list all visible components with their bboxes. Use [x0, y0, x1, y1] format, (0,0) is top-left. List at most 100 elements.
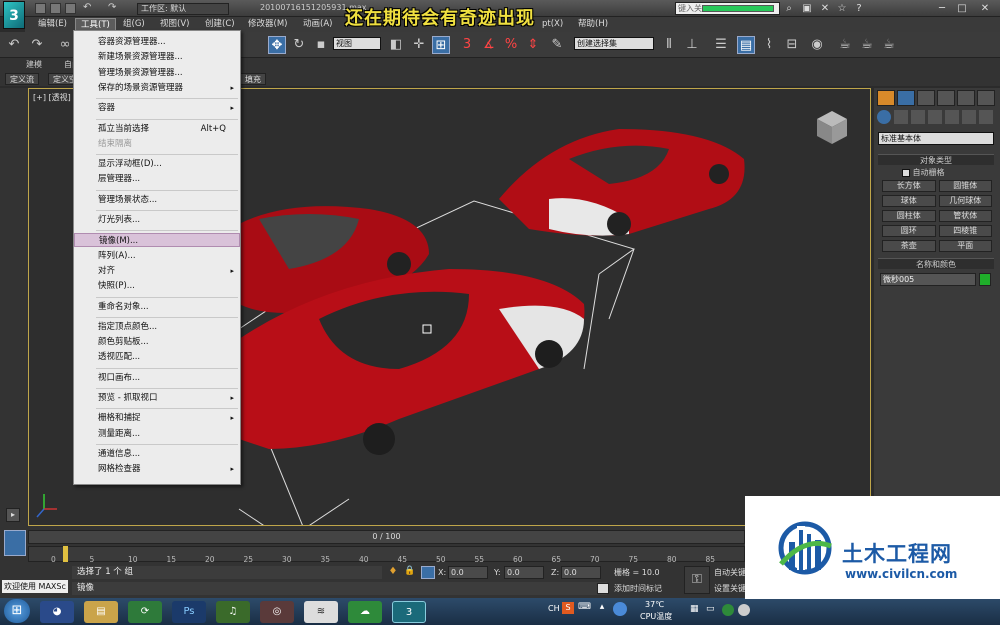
music-app-icon[interactable]: ♫	[216, 601, 250, 623]
tray-app-icon[interactable]: ▦	[690, 604, 702, 616]
3dsmax-taskbar-icon[interactable]: 3	[392, 601, 426, 623]
track-bar[interactable]: 0 5 10 15 20 25 30 35 40 45 50 55 60 65 70 75 80 85	[28, 546, 745, 564]
object-type-header[interactable]: 对象类型	[878, 154, 994, 165]
tools-menu-item[interactable]: 透视匹配...	[74, 350, 240, 364]
calendar-icon[interactable]: ≋	[304, 601, 338, 623]
name-color-header[interactable]: 名称和颜色	[878, 258, 994, 269]
curve-editor-icon[interactable]: ⌇	[760, 36, 778, 54]
workspace-dropdown[interactable]: 工作区: 默认	[137, 3, 229, 15]
time-tag-icon[interactable]	[597, 583, 609, 594]
geosphere-button[interactable]: 几何球体	[938, 195, 992, 207]
ime-indicator[interactable]: CH	[548, 604, 560, 613]
material-editor-icon[interactable]: ◉	[808, 36, 826, 54]
link-icon[interactable]: ∞	[56, 36, 74, 54]
box-button[interactable]: 长方体	[882, 180, 936, 192]
rendered-frame-icon[interactable]: ☕	[858, 36, 876, 54]
tools-menu-item[interactable]: 通道信息...	[74, 447, 240, 461]
tools-menu-item[interactable]: 灯光列表...	[74, 213, 240, 227]
lights-icon[interactable]	[911, 110, 925, 124]
maximize-icon[interactable]: □	[955, 2, 969, 15]
y-coordinate-field[interactable]: 0.0	[504, 566, 544, 579]
minimize-icon[interactable]: ─	[935, 2, 949, 15]
snap-toggle-icon[interactable]: 3	[458, 36, 476, 54]
tools-menu-item[interactable]: 网格检查器 ▸	[74, 462, 240, 476]
network-icon[interactable]	[613, 602, 627, 616]
autogrid-checkbox[interactable]: 自动栅格	[902, 167, 992, 178]
geometry-icon[interactable]	[877, 110, 891, 124]
shapes-icon[interactable]	[894, 110, 908, 124]
tube-button[interactable]: 管状体	[938, 210, 992, 222]
tools-menu-item[interactable]: 颜色剪贴板...	[74, 335, 240, 349]
named-selection-dropdown[interactable]: 创建选择集	[574, 37, 654, 50]
teapot-button[interactable]: 茶壶	[882, 240, 936, 252]
reference-coord-dropdown[interactable]: 视图	[333, 37, 381, 50]
systems-icon[interactable]	[979, 110, 993, 124]
mirror-icon[interactable]: ⫴	[660, 36, 678, 54]
tools-menu-item[interactable]: 保存的场景资源管理器 ▸	[74, 81, 240, 95]
move-icon[interactable]: ✥	[268, 36, 286, 54]
motion-tab-icon[interactable]	[937, 90, 955, 106]
menu-animation[interactable]: 动画(A)	[298, 18, 337, 31]
plane-button[interactable]: 平面	[938, 240, 992, 252]
cylinder-button[interactable]: 圆柱体	[882, 210, 936, 222]
open-file-icon[interactable]	[50, 3, 61, 14]
sphere-button[interactable]: 球体	[882, 195, 936, 207]
tools-menu-item[interactable]: 对齐 ▸	[74, 264, 240, 278]
layer-manager-icon[interactable]: ☰	[712, 36, 730, 54]
undo-icon[interactable]: ↶	[5, 36, 23, 54]
torus-button[interactable]: 圆环	[882, 225, 936, 237]
tools-menu-item[interactable]: 重命名对象...	[74, 300, 240, 314]
wechat-icon[interactable]: ☁	[348, 601, 382, 623]
menu-modifiers[interactable]: 修改器(M)	[243, 18, 292, 31]
tools-menu-item[interactable]: 管理场景资源管理器...	[74, 66, 240, 80]
close-icon[interactable]: ✕	[978, 2, 992, 15]
pivot-icon[interactable]: ◧	[387, 36, 405, 54]
auto-key-button[interactable]: 自动关键	[714, 566, 746, 579]
browser-icon[interactable]: ◎	[260, 601, 294, 623]
tools-menu-item[interactable]: 孤立当前选择 Alt+Q	[74, 122, 240, 136]
spacewarps-icon[interactable]	[962, 110, 976, 124]
ribbon-tab-modeling[interactable]: 建模	[22, 59, 46, 71]
maxscript-listener[interactable]: 欢迎使用 MAXSc	[1, 579, 69, 594]
tools-menu-item[interactable]: 层管理器...	[74, 172, 240, 186]
align-icon[interactable]: ⊥	[683, 36, 701, 54]
menu-help[interactable]: 帮助(H)	[573, 18, 613, 31]
photoshop-icon[interactable]: Ps	[172, 601, 206, 623]
info-icon[interactable]: ▣	[800, 2, 814, 15]
tools-menu-item[interactable]: 快照(P)...	[74, 279, 240, 293]
rotate-icon[interactable]: ↻	[290, 36, 308, 54]
volume-icon[interactable]	[738, 604, 750, 616]
object-color-swatch[interactable]	[979, 273, 991, 286]
lock-icon[interactable]: 🔒	[403, 566, 417, 579]
select-manipulate-icon[interactable]: ✛	[410, 36, 428, 54]
pyramid-button[interactable]: 四棱锥	[938, 225, 992, 237]
edit-named-selection-icon[interactable]: ✎	[548, 36, 566, 54]
spinner-snap-icon[interactable]: ⇕	[524, 36, 542, 54]
helpers-icon[interactable]	[945, 110, 959, 124]
tools-menu-item[interactable]: 管理场景状态...	[74, 193, 240, 207]
set-key-button[interactable]: 设置关键	[714, 582, 746, 595]
new-file-icon[interactable]	[35, 3, 46, 14]
keyboard-icon[interactable]: ⌨	[578, 602, 591, 614]
tools-menu-item[interactable]: 视口画布...	[74, 371, 240, 385]
time-cursor[interactable]	[63, 546, 68, 562]
x-coordinate-field[interactable]: 0.0	[448, 566, 488, 579]
key-icon[interactable]: ⚿	[684, 566, 710, 594]
undo-icon[interactable]: ↶	[83, 3, 94, 14]
tools-menu-item[interactable]: 预览 - 抓取视口 ▸	[74, 391, 240, 405]
menu-edit[interactable]: 编辑(E)	[33, 18, 72, 31]
search-input[interactable]: 键入关	[675, 2, 780, 15]
start-button-icon[interactable]: ⊞	[4, 599, 30, 623]
utilities-tab-icon[interactable]	[977, 90, 995, 106]
security-icon[interactable]	[722, 604, 734, 616]
checkbox-box[interactable]	[902, 168, 910, 177]
object-name-field[interactable]: 微秒005	[880, 273, 976, 286]
display-icon[interactable]: ▭	[706, 604, 718, 616]
tools-menu-item[interactable]: 结束隔离	[74, 137, 240, 151]
cameras-icon[interactable]	[928, 110, 942, 124]
tools-menu-item[interactable]: 容器 ▸	[74, 101, 240, 115]
tools-menu-item[interactable]: 指定顶点颜色...	[74, 320, 240, 334]
tools-menu-item[interactable]: 测量距离...	[74, 427, 240, 441]
create-tab-icon[interactable]	[877, 90, 895, 106]
ribbon-subtab-populate[interactable]: 填充	[240, 73, 266, 85]
